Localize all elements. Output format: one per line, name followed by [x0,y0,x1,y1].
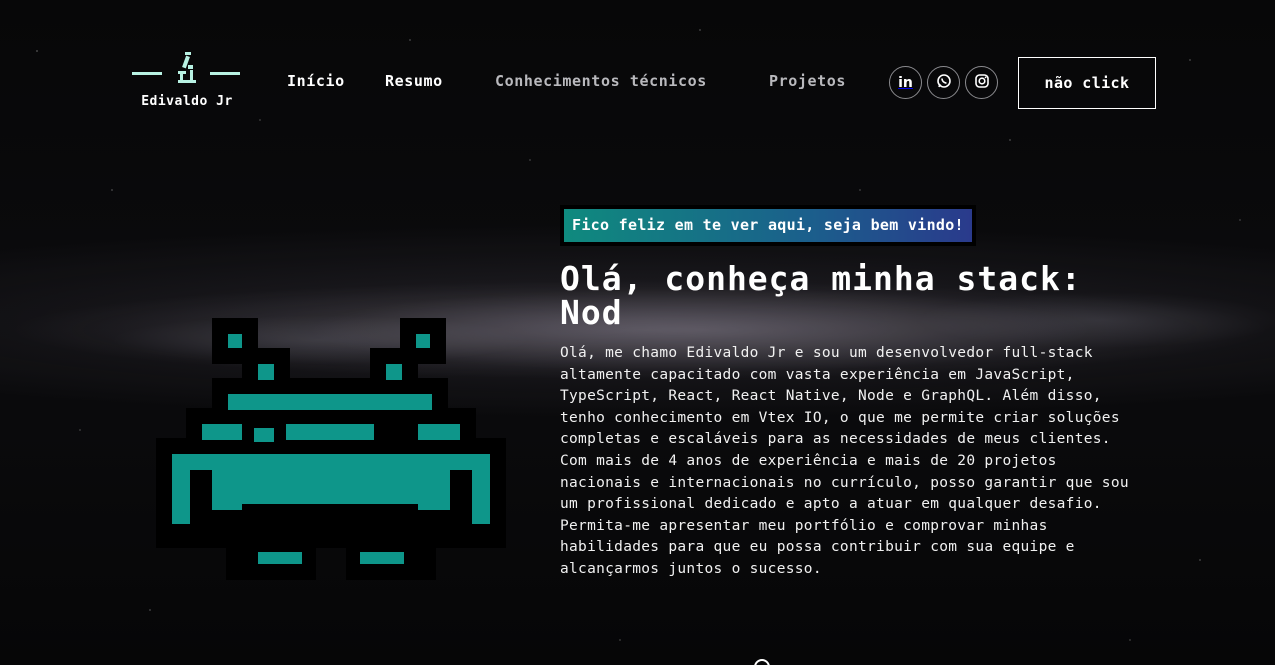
hero-headline: Olá, conheça minha stack: Nod [560,259,1082,332]
space-invader-icon [156,318,506,584]
nao-click-button[interactable]: não click [1018,57,1156,109]
instagram-icon [974,73,990,93]
nav-item-inicio[interactable]: Início [287,72,345,90]
logo-line-right [210,72,240,75]
logo-text: Edivaldo Jr [141,94,233,109]
hero-content: Fico feliz em te ver aqui, seja bem vind… [560,205,1160,581]
linkedin-button[interactable]: in [889,66,922,99]
site-header: Edivaldo Jr Início Resumo Conhecimentos … [0,0,1275,165]
hero-intro: Olá, me chamo Edivaldo Jr e sou um desen… [560,345,1129,577]
whatsapp-button[interactable] [927,66,960,99]
logo-line-left [132,72,162,75]
logo[interactable]: Edivaldo Jr [132,52,242,114]
nav-item-projetos[interactable]: Projetos [769,72,846,90]
scroll-indicator[interactable] [754,659,770,665]
welcome-tagline: Fico feliz em te ver aqui, seja bem vind… [560,205,976,246]
whatsapp-icon [936,73,952,93]
nav-item-resumo[interactable]: Resumo [385,72,443,90]
nav-item-conhecimentos[interactable]: Conhecimentos técnicos [495,72,707,90]
microscope-icon [174,52,200,86]
instagram-button[interactable] [965,66,998,99]
linkedin-icon: in [898,74,913,91]
